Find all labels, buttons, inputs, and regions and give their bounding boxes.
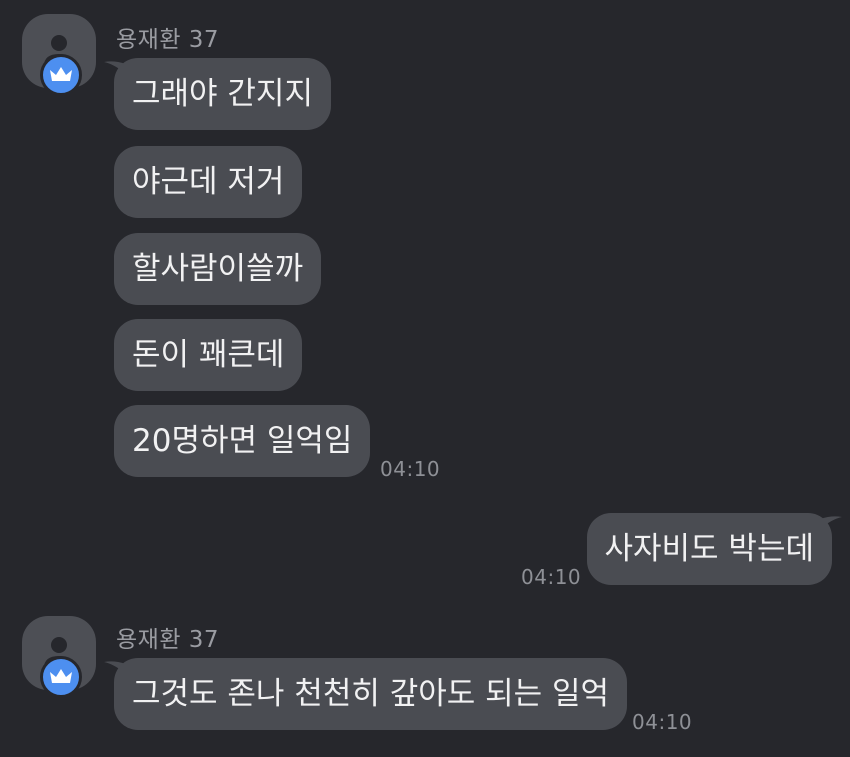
message-bubble[interactable]: 20명하면 일억임 [114,405,371,477]
message-bubble[interactable]: 그래야 간지지 [114,58,331,130]
crown-icon [50,67,72,81]
chat-view: 용재환 37 그래야 간지지 야근데 저거 할사람이쓸까 돈이 꽤큰데 20명하… [0,0,850,757]
crown-icon [50,669,72,683]
message-bubble[interactable]: 할사람이쓸까 [114,233,322,305]
message-bubble[interactable]: 그것도 존나 천천히 갚아도 되는 일억 [114,658,628,730]
message-bubble[interactable]: 야근데 저거 [114,146,303,218]
sender-name: 용재환 37 [116,27,220,53]
message-bubble-outgoing[interactable]: 사자비도 박는데 [586,513,832,585]
owner-crown-badge [40,656,82,698]
message-timestamp: 04:10 [380,457,441,481]
owner-crown-badge [40,54,82,96]
sender-name: 용재환 37 [116,627,220,653]
message-timestamp: 04:10 [521,565,582,589]
message-timestamp: 04:10 [632,710,693,734]
message-bubble[interactable]: 돈이 꽤큰데 [114,319,303,391]
bubble-tail [820,516,842,529]
